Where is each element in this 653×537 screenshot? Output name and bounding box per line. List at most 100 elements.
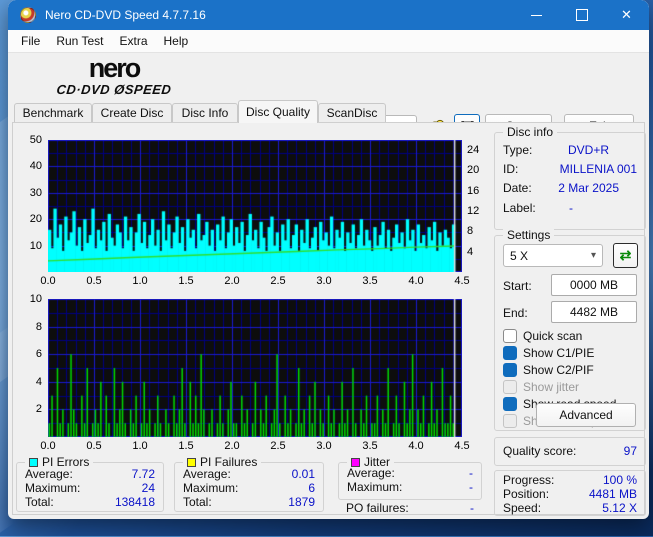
show-c1-pie-checkbox[interactable] — [503, 346, 517, 360]
tab-disc-quality[interactable]: Disc Quality — [238, 100, 318, 123]
axis-tick-label: 12 — [467, 205, 480, 218]
speed-value: 5.12 X — [602, 501, 637, 515]
refresh-button[interactable]: ⇄ — [613, 243, 638, 268]
axis-tick-label: 40 — [29, 160, 42, 173]
pif-average-label: Average: — [183, 467, 231, 481]
pif-maximum-label: Maximum: — [183, 481, 239, 495]
menu-help[interactable]: Help — [156, 30, 197, 52]
axis-tick-label: 4.0 — [408, 440, 424, 452]
jitter-average-row: Average: - — [347, 466, 473, 480]
tab-disc-info[interactable]: Disc Info — [172, 103, 238, 122]
show-jitter-checkbox — [503, 380, 517, 394]
axis-tick-label: 3.0 — [316, 275, 332, 287]
axis-tick-label: 10 — [29, 239, 42, 252]
start-mb-label: Start: — [503, 279, 532, 293]
position-value: 4481 MB — [588, 487, 637, 501]
speed-label: Speed: — [503, 501, 542, 515]
minimize-button[interactable] — [514, 0, 559, 30]
pi-failures-chart: 2 4 6 8 10 0.0 0.5 1.0 1.5 2.0 2.5 3.0 3.5 4.0 4.5 — [14, 293, 492, 455]
axis-tick-label: 0.0 — [40, 275, 56, 287]
axis-tick-label: 8 — [467, 225, 474, 238]
quick-scan-checkbox[interactable] — [503, 329, 517, 343]
show-c1-pie-checkbox-row[interactable]: Show C1/PIE — [503, 346, 594, 360]
disc-info-panel: Disc info Type: DVD+R ID: MILLENIA 001 D… — [494, 125, 646, 230]
show-c2-pif-checkbox[interactable] — [503, 363, 517, 377]
tab-create-disc[interactable]: Create Disc — [92, 103, 172, 122]
menu-extra[interactable]: Extra — [111, 30, 155, 52]
axis-tick-label: 0.5 — [86, 440, 102, 452]
axis-tick-label: 20 — [467, 164, 480, 177]
pif-average-row: Average: 0.01 — [183, 467, 315, 481]
show-c2-pif-label: Show C2/PIF — [523, 363, 594, 377]
close-button[interactable]: ✕ — [604, 0, 649, 30]
chart-plot-area — [48, 140, 462, 272]
pi-failures-panel: PI Failures Average: 0.01 Maximum: 6 Tot… — [174, 455, 324, 512]
maximize-icon — [575, 9, 588, 21]
tab-scandisc[interactable]: ScanDisc — [318, 103, 386, 122]
quick-scan-label: Quick scan — [523, 329, 583, 343]
disc-type-label: Type: — [503, 143, 533, 157]
axis-tick-label: 2.5 — [270, 275, 286, 287]
jitter-average-label: Average: — [347, 466, 395, 480]
show-write-speed-checkbox — [503, 414, 517, 428]
cd-dvd-speed-logo-text: CD·DVD ØSPEED — [55, 82, 173, 97]
pif-maximum-row: Maximum: 6 — [183, 481, 315, 495]
pif-total-row: Total: 1879 — [183, 495, 315, 509]
nero-logo: nero CD·DVD ØSPEED — [34, 53, 194, 98]
axis-tick-label: 4.5 — [454, 440, 470, 452]
nero-logo-text: nero — [88, 53, 142, 83]
show-read-speed-checkbox[interactable] — [503, 397, 517, 411]
position-label: Position: — [503, 487, 550, 501]
end-mb-label: End: — [503, 306, 528, 320]
close-icon: ✕ — [621, 7, 632, 22]
jitter-maximum-row: Maximum: - — [347, 480, 473, 494]
axis-tick-label: 16 — [467, 184, 480, 197]
pie-total-value: 138418 — [114, 495, 155, 509]
axis-tick-label: 1.5 — [178, 275, 194, 287]
pie-total-row: Total: 138418 — [25, 495, 155, 509]
pif-maximum-value: 6 — [308, 481, 315, 495]
axis-tick-label: 2.0 — [224, 275, 240, 287]
axis-tick-label: 1.5 — [178, 440, 194, 452]
jitter-maximum-label: Maximum: — [347, 480, 403, 494]
end-mb-input[interactable]: 4482 MB — [551, 301, 637, 323]
tab-benchmark[interactable]: Benchmark — [14, 103, 92, 122]
title-bar: Nero CD-DVD Speed 4.7.7.16 ✕ — [8, 0, 649, 30]
maximize-button[interactable] — [559, 0, 604, 30]
quality-score-row: Quality score: 97 — [503, 444, 637, 458]
pif-total-value: 1879 — [288, 495, 315, 509]
axis-tick-label: 4.5 — [454, 275, 470, 287]
axis-tick-label: 0.5 — [86, 275, 102, 287]
pif-average-value: 0.01 — [291, 467, 315, 481]
minimize-icon — [531, 14, 542, 16]
disc-label-label: Label: — [503, 201, 536, 215]
axis-tick-label: 2.5 — [270, 440, 286, 452]
axis-tick-label: 1.0 — [132, 275, 148, 287]
menu-file[interactable]: File — [8, 30, 48, 52]
axis-tick-label: 3.5 — [362, 440, 378, 452]
axis-tick-label: 1.0 — [132, 440, 148, 452]
show-jitter-label: Show jitter — [523, 380, 580, 394]
axis-tick-label: 10 — [29, 293, 42, 305]
axis-tick-label: 3.5 — [362, 275, 378, 287]
axis-tick-label: 4 — [35, 375, 42, 388]
quality-score-label: Quality score: — [503, 444, 577, 458]
quick-scan-checkbox-row[interactable]: Quick scan — [503, 329, 582, 343]
show-jitter-checkbox-row: Show jitter — [503, 380, 579, 394]
start-mb-input[interactable]: 0000 MB — [551, 274, 637, 296]
pie-average-label: Average: — [25, 467, 73, 481]
settings-panel: Settings 5 X ▾ ⇄ Start: 0000 MB End: 448… — [494, 228, 646, 431]
pie-maximum-value: 24 — [141, 481, 155, 495]
show-c2-pif-checkbox-row[interactable]: Show C2/PIF — [503, 363, 594, 377]
speed-select[interactable]: 5 X ▾ — [503, 244, 603, 267]
disc-info-title: Disc info — [503, 125, 558, 139]
progress-row: Progress: 100 % — [503, 473, 637, 487]
position-row: Position: 4481 MB — [503, 487, 637, 501]
menu-run-test[interactable]: Run Test — [48, 30, 111, 52]
quality-score-value: 97 — [623, 444, 637, 458]
refresh-icon: ⇄ — [619, 247, 632, 263]
axis-tick-label: 8 — [35, 320, 42, 333]
settings-title: Settings — [503, 228, 555, 242]
po-failures-row: PO failures: - — [346, 501, 474, 515]
advanced-button[interactable]: Advanced — [536, 403, 636, 427]
